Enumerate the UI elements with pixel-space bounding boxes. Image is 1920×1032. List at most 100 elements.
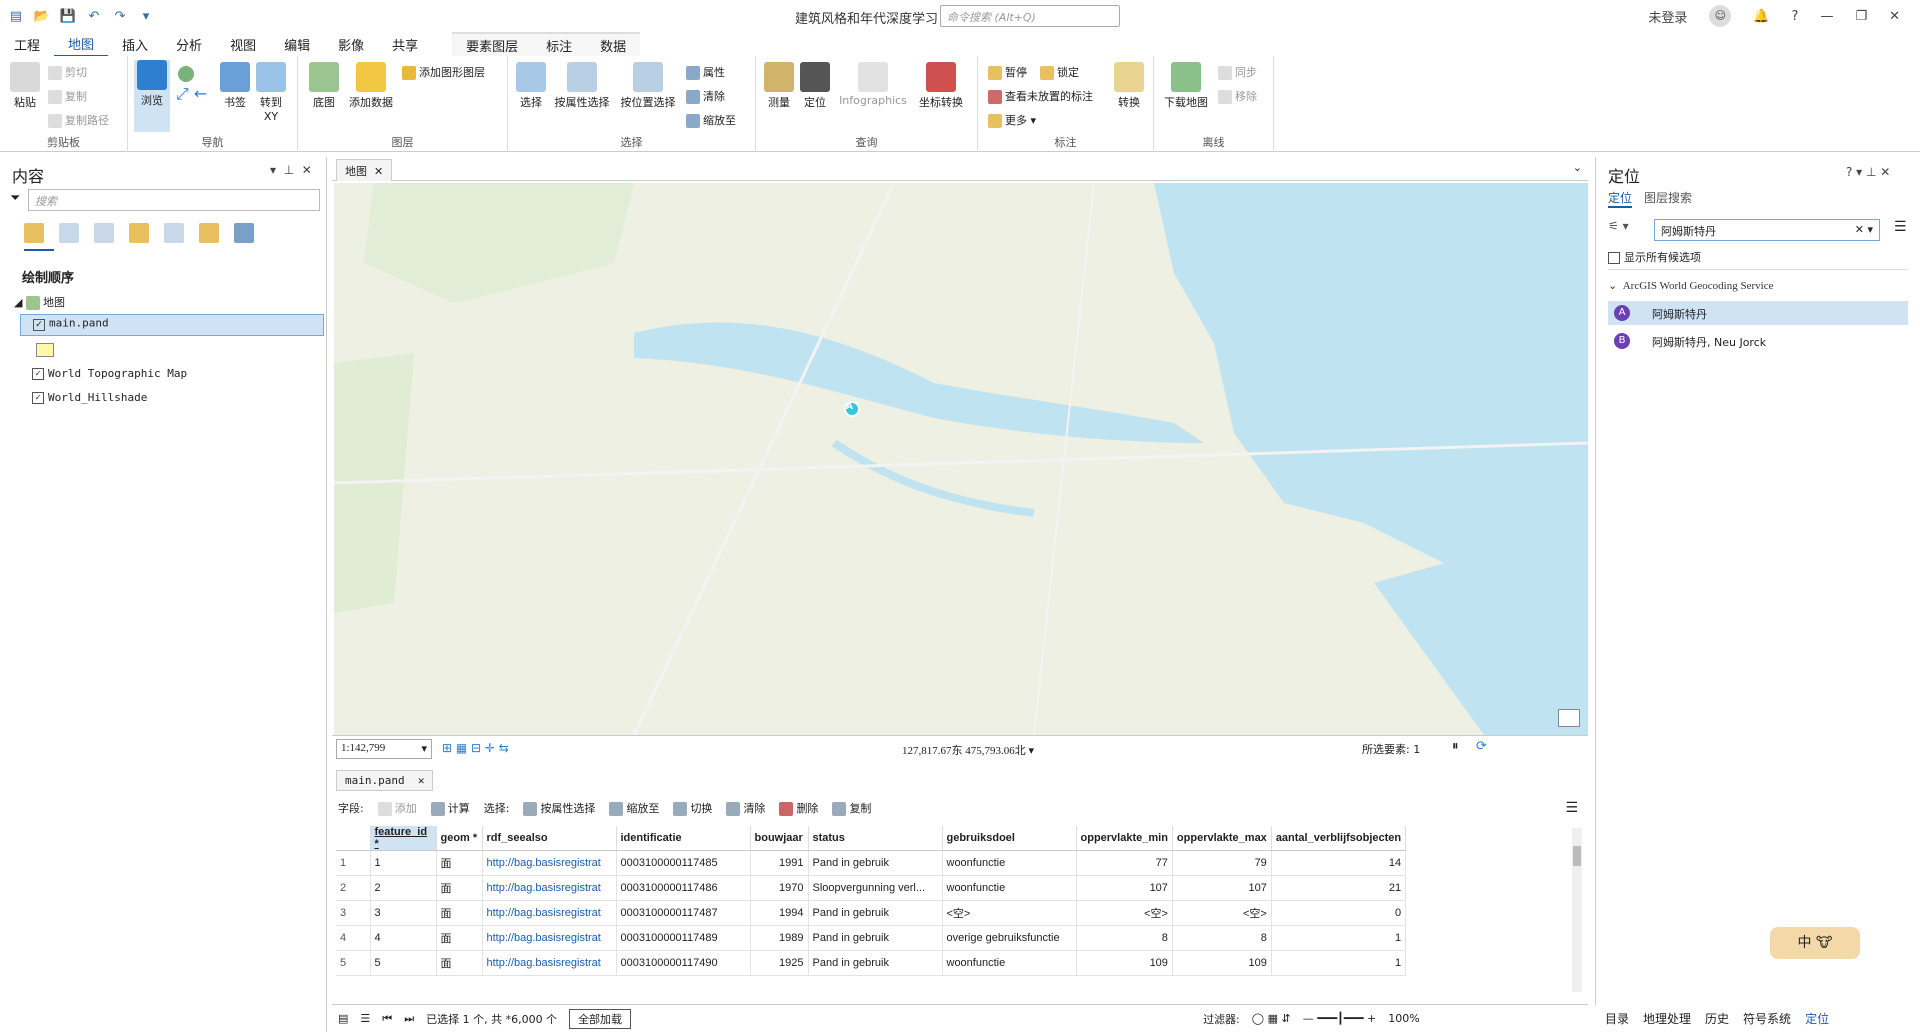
notification-icon[interactable]: 🔔 (1753, 9, 1769, 24)
copy-button[interactable]: 复制 (48, 88, 87, 104)
table-select-by-attributes-button[interactable]: 按属性选择 (523, 800, 595, 816)
table-cell[interactable]: 1970 (750, 875, 809, 901)
lock-labels-button[interactable]: 锁定 (1040, 64, 1079, 80)
map-node[interactable]: ◢ 地图 (14, 294, 65, 310)
table-cell[interactable]: 14 (1271, 850, 1407, 876)
column-header[interactable]: aantal_verblijfsobjecten (1271, 826, 1407, 851)
pause-labels-button[interactable]: 暂停 (988, 64, 1027, 80)
user-label[interactable]: 未登录 (1648, 7, 1687, 26)
refresh-icon[interactable]: ⟳ (1476, 739, 1487, 754)
table-cell[interactable]: Pand in gebruik (808, 850, 943, 876)
table-cell[interactable]: 21 (1271, 875, 1407, 901)
sync-button[interactable]: 同步 (1218, 64, 1257, 80)
column-header[interactable]: geom * (436, 826, 483, 851)
table-cell[interactable]: <空> (1172, 900, 1272, 926)
tab-layer-search[interactable]: 图层搜索 (1644, 189, 1692, 206)
table-cell[interactable]: overige gebruiksfunctie (942, 925, 1077, 951)
locate-result-b[interactable]: B 阿姆斯特丹, Neu Jorck (1608, 329, 1908, 353)
table-row[interactable]: 5 5 面 http://bag.basisregistrat 000310000011… (336, 950, 1407, 976)
add-field-button[interactable]: 添加 (377, 800, 417, 816)
editing-view-icon[interactable] (129, 223, 149, 243)
minimize-icon[interactable]: — (1820, 9, 1833, 24)
table-cell[interactable]: 0003100000117485 (616, 850, 751, 876)
copy-rows-button[interactable]: 复制 (832, 800, 871, 816)
table-cell[interactable]: 1 (370, 850, 437, 876)
table-cell[interactable]: 2 (370, 875, 437, 901)
table-cell[interactable]: 1925 (750, 950, 809, 976)
add-data-button[interactable]: 添加数据 (346, 62, 396, 110)
table-cell[interactable]: http://bag.basisregistrat (482, 850, 617, 876)
help-icon[interactable]: ? (1792, 9, 1799, 24)
customize-icon[interactable]: ▾ (136, 9, 156, 24)
save-icon[interactable]: 💾 (58, 9, 78, 24)
explore-button[interactable]: 浏览 (134, 60, 170, 132)
map-canvas[interactable]: A (334, 183, 1588, 735)
table-cell[interactable]: http://bag.basisregistrat (482, 900, 617, 926)
coordinate-conversion-button[interactable]: 坐标转换 (912, 62, 970, 110)
tab-symbology[interactable]: 符号系统 (1743, 1010, 1791, 1027)
table-cell[interactable]: http://bag.basisregistrat (482, 875, 617, 901)
table-cell[interactable]: 面 (436, 925, 483, 951)
contents-search-input[interactable]: 搜索 (28, 189, 320, 211)
select-by-location-button[interactable]: 按位置选择 (616, 62, 680, 110)
table-cell[interactable]: 0003100000117490 (616, 950, 751, 976)
undo-icon[interactable]: ↶ (84, 9, 104, 24)
layer-world-hillshade[interactable]: ✓ World_Hillshade (32, 391, 147, 404)
attributes-button[interactable]: 属性 (686, 64, 725, 80)
table-cell[interactable]: 1 (1271, 950, 1407, 976)
layer-visibility-checkbox[interactable]: ✓ (32, 368, 44, 380)
restore-icon[interactable]: ❐ (1855, 9, 1867, 24)
table-row[interactable]: 1 1 面 http://bag.basisregistrat 000310000011… (336, 850, 1407, 876)
switch-selection-button[interactable]: 切换 (673, 800, 712, 816)
tab-map-view[interactable]: 地图 ✕ (336, 159, 393, 181)
layer-visibility-checkbox[interactable]: ✓ (33, 319, 45, 331)
tab-labeling[interactable]: 标注 (532, 34, 586, 57)
select-by-attributes-button[interactable]: 按属性选择 (550, 62, 614, 110)
table-row[interactable]: 3 3 面 http://bag.basisregistrat 000310000011… (336, 900, 1407, 926)
table-cell[interactable]: Pand in gebruik (808, 925, 943, 951)
table-scrollbar[interactable] (1572, 828, 1582, 992)
table-cell[interactable]: 3 (370, 900, 437, 926)
add-graphics-layer-button[interactable]: 添加图形图层 (402, 64, 485, 80)
layer-symbol-swatch[interactable] (36, 343, 54, 357)
map-nav-tools[interactable]: ⊞ ▦ ⊟ ✛ ⇆ (442, 741, 509, 755)
draw-order-icon[interactable] (24, 223, 44, 243)
tab-analysis[interactable]: 分析 (162, 33, 216, 56)
table-zoom-level[interactable]: 100% (1388, 1012, 1419, 1025)
table-row[interactable]: 4 4 面 http://bag.basisregistrat 000310000011… (336, 925, 1407, 951)
layer-main-pand[interactable]: ✓ main.pand (20, 314, 324, 336)
cut-button[interactable]: 剪切 (48, 64, 87, 80)
pane-controls[interactable]: ▾ ⊥ ✕ (270, 163, 312, 177)
locate-search-input[interactable]: 阿姆斯特丹 ✕ ▾ (1654, 219, 1880, 241)
table-cell[interactable]: Pand in gebruik (808, 900, 943, 926)
column-header[interactable]: status (808, 826, 943, 851)
tab-catalog[interactable]: 目录 (1605, 1010, 1629, 1027)
layer-visibility-checkbox[interactable]: ✓ (32, 392, 44, 404)
tab-data[interactable]: 数据 (586, 34, 640, 57)
tab-project[interactable]: 工程 (0, 33, 54, 56)
table-cell[interactable]: 面 (436, 950, 483, 976)
zoom-tools[interactable]: ⤢ ← (176, 64, 216, 124)
charts-view-icon[interactable] (234, 223, 254, 243)
filter-icons[interactable]: ◯ ▦ ⇵ (1252, 1012, 1291, 1025)
table-cell[interactable]: 1 (1271, 925, 1407, 951)
table-cell[interactable]: 面 (436, 850, 483, 876)
column-header[interactable]: gebruiksdoel (942, 826, 1077, 851)
table-cell[interactable]: 0003100000117489 (616, 925, 751, 951)
table-cell[interactable]: 109 (1172, 950, 1272, 976)
show-all-records-icon[interactable]: ▤ (338, 1012, 348, 1025)
new-project-icon[interactable]: ▤ (6, 9, 26, 24)
delete-rows-button[interactable]: 删除 (779, 800, 818, 816)
table-cell[interactable]: 5 (370, 950, 437, 976)
row-number-cell[interactable]: 1 (336, 850, 371, 876)
table-cell[interactable]: 109 (1076, 950, 1173, 976)
layer-world-topographic[interactable]: ✓ World Topographic Map (32, 367, 187, 380)
locate-button[interactable]: 定位 (798, 62, 832, 110)
scale-dropdown[interactable]: 1:142,799 ▾ (336, 739, 432, 759)
table-cell[interactable]: 1991 (750, 850, 809, 876)
locate-options-icon[interactable]: ⚟ ▾ (1608, 219, 1629, 233)
overview-toggle-icon[interactable] (1558, 709, 1580, 727)
bookmarks-button[interactable]: 书签 (220, 62, 250, 110)
close-icon[interactable]: ✕ (1889, 9, 1900, 24)
snapping-view-icon[interactable] (164, 223, 184, 243)
